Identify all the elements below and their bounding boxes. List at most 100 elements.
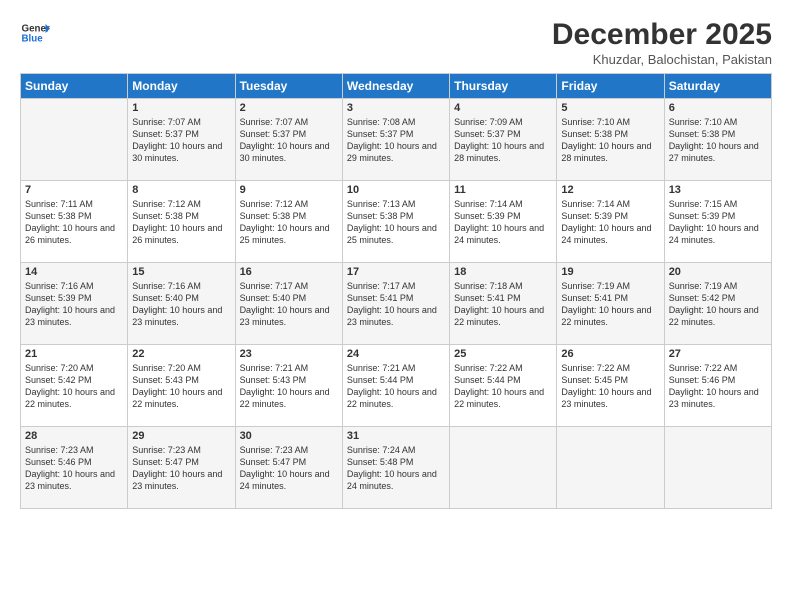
cell-info: Sunrise: 7:17 AMSunset: 5:41 PMDaylight:… xyxy=(347,280,445,329)
page: General Blue December 2025 Khuzdar, Balo… xyxy=(0,0,792,612)
cell-info: Sunrise: 7:12 AMSunset: 5:38 PMDaylight:… xyxy=(240,198,338,247)
day-number: 20 xyxy=(669,266,767,278)
cell-w4-d4 xyxy=(450,427,557,509)
cell-info: Sunrise: 7:22 AMSunset: 5:46 PMDaylight:… xyxy=(669,362,767,411)
cell-info: Sunrise: 7:15 AMSunset: 5:39 PMDaylight:… xyxy=(669,198,767,247)
day-number: 28 xyxy=(25,430,123,442)
cell-w3-d1: 22 Sunrise: 7:20 AMSunset: 5:43 PMDayligh… xyxy=(128,345,235,427)
day-number: 22 xyxy=(132,348,230,360)
cell-w2-d3: 17 Sunrise: 7:17 AMSunset: 5:41 PMDayligh… xyxy=(342,263,449,345)
day-number: 3 xyxy=(347,102,445,114)
cell-w4-d6 xyxy=(664,427,771,509)
cell-info: Sunrise: 7:19 AMSunset: 5:41 PMDaylight:… xyxy=(561,280,659,329)
cell-w4-d5 xyxy=(557,427,664,509)
cell-w4-d2: 30 Sunrise: 7:23 AMSunset: 5:47 PMDayligh… xyxy=(235,427,342,509)
cell-info: Sunrise: 7:19 AMSunset: 5:42 PMDaylight:… xyxy=(669,280,767,329)
header-tuesday: Tuesday xyxy=(235,74,342,99)
cell-w3-d0: 21Sunrise: 7:20 AMSunset: 5:42 PMDayligh… xyxy=(21,345,128,427)
cell-w3-d2: 23Sunrise: 7:21 AMSunset: 5:43 PMDayligh… xyxy=(235,345,342,427)
day-number: 13 xyxy=(669,184,767,196)
header: General Blue December 2025 Khuzdar, Balo… xyxy=(20,18,772,67)
week-row-4: 28 Sunrise: 7:23 AMSunset: 5:46 PMDayligh… xyxy=(21,427,772,509)
cell-info: Sunrise: 7:10 AMSunset: 5:38 PMDaylight:… xyxy=(561,116,659,165)
day-number: 24 xyxy=(347,348,445,360)
cell-info: Sunrise: 7:23 AMSunset: 5:46 PMDaylight:… xyxy=(25,444,123,493)
cell-info: Sunrise: 7:21 AMSunset: 5:44 PMDaylight:… xyxy=(347,362,445,411)
title-block: December 2025 Khuzdar, Balochistan, Paki… xyxy=(552,18,772,67)
cell-info: Sunrise: 7:23 AMSunset: 5:47 PMDaylight:… xyxy=(240,444,338,493)
day-number: 27 xyxy=(669,348,767,360)
day-number: 16 xyxy=(240,266,338,278)
cell-info: Sunrise: 7:07 AMSunset: 5:37 PMDaylight:… xyxy=(240,116,338,165)
header-friday: Friday xyxy=(557,74,664,99)
cell-info: Sunrise: 7:22 AMSunset: 5:45 PMDaylight:… xyxy=(561,362,659,411)
logo: General Blue xyxy=(20,18,50,48)
day-number: 6 xyxy=(669,102,767,114)
cell-w1-d2: 9 Sunrise: 7:12 AMSunset: 5:38 PMDaylight… xyxy=(235,181,342,263)
cell-w2-d1: 15 Sunrise: 7:16 AMSunset: 5:40 PMDayligh… xyxy=(128,263,235,345)
day-number: 17 xyxy=(347,266,445,278)
day-number: 19 xyxy=(561,266,659,278)
week-row-2: 14Sunrise: 7:16 AMSunset: 5:39 PMDayligh… xyxy=(21,263,772,345)
cell-w4-d1: 29 Sunrise: 7:23 AMSunset: 5:47 PMDayligh… xyxy=(128,427,235,509)
cell-w0-d5: 5 Sunrise: 7:10 AMSunset: 5:38 PMDaylight… xyxy=(557,99,664,181)
day-number: 10 xyxy=(347,184,445,196)
day-number: 30 xyxy=(240,430,338,442)
cell-w2-d5: 19 Sunrise: 7:19 AMSunset: 5:41 PMDayligh… xyxy=(557,263,664,345)
day-number: 26 xyxy=(561,348,659,360)
cell-w4-d0: 28 Sunrise: 7:23 AMSunset: 5:46 PMDayligh… xyxy=(21,427,128,509)
day-number: 14 xyxy=(25,266,123,278)
cell-info: Sunrise: 7:21 AMSunset: 5:43 PMDaylight:… xyxy=(240,362,338,411)
cell-info: Sunrise: 7:11 AMSunset: 5:38 PMDaylight:… xyxy=(25,198,123,247)
cell-w1-d5: 12 Sunrise: 7:14 AMSunset: 5:39 PMDayligh… xyxy=(557,181,664,263)
day-number: 9 xyxy=(240,184,338,196)
cell-w1-d0: 7Sunrise: 7:11 AMSunset: 5:38 PMDaylight… xyxy=(21,181,128,263)
cell-info: Sunrise: 7:20 AMSunset: 5:43 PMDaylight:… xyxy=(132,362,230,411)
header-row: Sunday Monday Tuesday Wednesday Thursday… xyxy=(21,74,772,99)
header-thursday: Thursday xyxy=(450,74,557,99)
day-number: 21 xyxy=(25,348,123,360)
day-number: 15 xyxy=(132,266,230,278)
day-number: 31 xyxy=(347,430,445,442)
cell-w0-d0 xyxy=(21,99,128,181)
day-number: 1 xyxy=(132,102,230,114)
day-number: 29 xyxy=(132,430,230,442)
cell-info: Sunrise: 7:13 AMSunset: 5:38 PMDaylight:… xyxy=(347,198,445,247)
cell-info: Sunrise: 7:17 AMSunset: 5:40 PMDaylight:… xyxy=(240,280,338,329)
week-row-0: 1 Sunrise: 7:07 AMSunset: 5:37 PMDaylight… xyxy=(21,99,772,181)
day-number: 25 xyxy=(454,348,552,360)
week-row-3: 21Sunrise: 7:20 AMSunset: 5:42 PMDayligh… xyxy=(21,345,772,427)
cell-w1-d6: 13 Sunrise: 7:15 AMSunset: 5:39 PMDayligh… xyxy=(664,181,771,263)
cell-w2-d6: 20 Sunrise: 7:19 AMSunset: 5:42 PMDayligh… xyxy=(664,263,771,345)
svg-text:Blue: Blue xyxy=(22,33,44,44)
cell-info: Sunrise: 7:18 AMSunset: 5:41 PMDaylight:… xyxy=(454,280,552,329)
header-sunday: Sunday xyxy=(21,74,128,99)
cell-w0-d3: 3Sunrise: 7:08 AMSunset: 5:37 PMDaylight… xyxy=(342,99,449,181)
cell-w2-d0: 14Sunrise: 7:16 AMSunset: 5:39 PMDayligh… xyxy=(21,263,128,345)
cell-w3-d3: 24 Sunrise: 7:21 AMSunset: 5:44 PMDayligh… xyxy=(342,345,449,427)
week-row-1: 7Sunrise: 7:11 AMSunset: 5:38 PMDaylight… xyxy=(21,181,772,263)
cell-w1-d4: 11Sunrise: 7:14 AMSunset: 5:39 PMDayligh… xyxy=(450,181,557,263)
cell-w3-d6: 27 Sunrise: 7:22 AMSunset: 5:46 PMDayligh… xyxy=(664,345,771,427)
cell-info: Sunrise: 7:22 AMSunset: 5:44 PMDaylight:… xyxy=(454,362,552,411)
header-monday: Monday xyxy=(128,74,235,99)
cell-info: Sunrise: 7:16 AMSunset: 5:40 PMDaylight:… xyxy=(132,280,230,329)
day-number: 5 xyxy=(561,102,659,114)
cell-info: Sunrise: 7:14 AMSunset: 5:39 PMDaylight:… xyxy=(561,198,659,247)
cell-w1-d3: 10 Sunrise: 7:13 AMSunset: 5:38 PMDayligh… xyxy=(342,181,449,263)
cell-info: Sunrise: 7:14 AMSunset: 5:39 PMDaylight:… xyxy=(454,198,552,247)
location: Khuzdar, Balochistan, Pakistan xyxy=(552,52,772,67)
header-wednesday: Wednesday xyxy=(342,74,449,99)
cell-info: Sunrise: 7:24 AMSunset: 5:48 PMDaylight:… xyxy=(347,444,445,493)
cell-w3-d5: 26 Sunrise: 7:22 AMSunset: 5:45 PMDayligh… xyxy=(557,345,664,427)
cell-w0-d2: 2 Sunrise: 7:07 AMSunset: 5:37 PMDaylight… xyxy=(235,99,342,181)
day-number: 12 xyxy=(561,184,659,196)
month-title: December 2025 xyxy=(552,18,772,52)
cell-w4-d3: 31 Sunrise: 7:24 AMSunset: 5:48 PMDayligh… xyxy=(342,427,449,509)
cell-info: Sunrise: 7:23 AMSunset: 5:47 PMDaylight:… xyxy=(132,444,230,493)
day-number: 2 xyxy=(240,102,338,114)
cell-info: Sunrise: 7:09 AMSunset: 5:37 PMDaylight:… xyxy=(454,116,552,165)
day-number: 4 xyxy=(454,102,552,114)
day-number: 8 xyxy=(132,184,230,196)
cell-w2-d2: 16 Sunrise: 7:17 AMSunset: 5:40 PMDayligh… xyxy=(235,263,342,345)
